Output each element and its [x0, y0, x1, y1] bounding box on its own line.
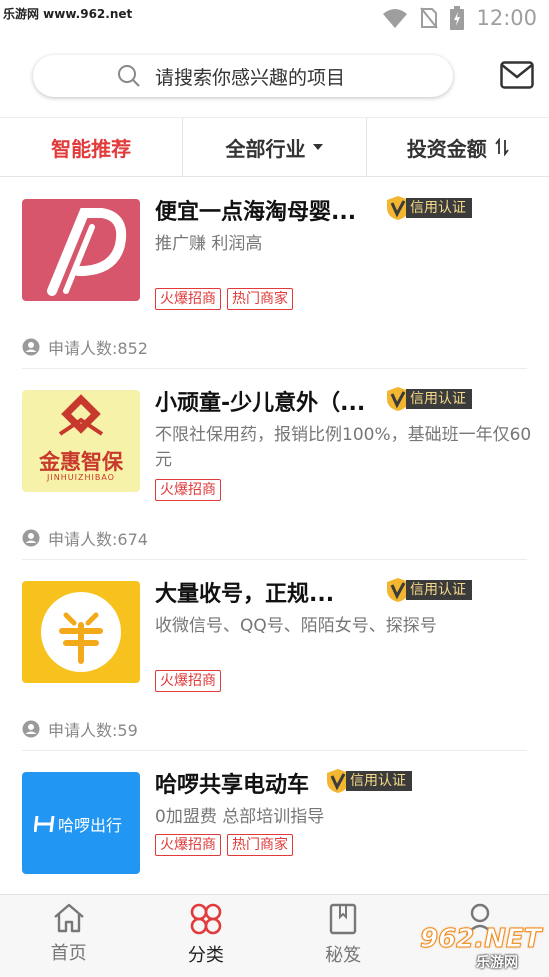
user-icon	[22, 720, 40, 738]
caret-down-icon	[313, 144, 324, 150]
applicant-text: 申请人数:674	[48, 530, 148, 549]
logo-text: 哈啰出行	[58, 816, 123, 835]
battery-charging-icon	[450, 6, 465, 30]
badge-label: 信用认证	[406, 389, 472, 409]
tab-investment-amount[interactable]: 投资金额	[367, 118, 549, 176]
list-item[interactable]: 便宜一点海淘母婴... 信用认证 推广赚 利润高 火爆招商 热门商家 申请人数:…	[0, 178, 549, 369]
applicant-text: 申请人数:852	[48, 339, 148, 358]
nav-tips[interactable]: 秘笈	[275, 895, 412, 977]
project-logo: 哈啰出行	[22, 772, 140, 874]
tag-group: 火爆招商 热门商家	[155, 288, 293, 310]
nav-label: 秘笈	[325, 945, 362, 966]
applicant-text: 申请人数:59	[48, 721, 138, 740]
tab-label: 智能推荐	[51, 136, 132, 161]
filter-bar: 智能推荐 全部行业 投资金额	[0, 117, 549, 177]
search-placeholder: 请搜索你感兴趣的项目	[155, 66, 346, 89]
category-icon	[190, 903, 222, 935]
tab-all-industries[interactable]: 全部行业	[183, 118, 367, 176]
badge-label: 信用认证	[346, 771, 412, 791]
list-item[interactable]: 金惠智保 JINHUIZHIBAO 小顽童-少儿意外（... 信用认证 不限社保…	[0, 369, 549, 560]
applicant-count: 申请人数:59	[22, 717, 138, 741]
watermark-big: 962.NET	[419, 924, 542, 955]
project-title: 便宜一点海淘母婴...	[155, 200, 357, 225]
tab-label: 全部行业	[225, 136, 306, 161]
search-icon	[117, 64, 141, 88]
project-logo: 金惠智保 JINHUIZHIBAO	[22, 390, 140, 492]
user-icon	[22, 529, 40, 547]
credit-badge: 信用认证	[386, 578, 472, 602]
credit-badge: 信用认证	[386, 387, 472, 411]
project-title: 小顽童-少儿意外（...	[155, 391, 366, 416]
sort-icon	[495, 138, 509, 156]
project-desc: 推广赚 利润高	[155, 234, 263, 254]
credit-badge: 信用认证	[326, 769, 412, 793]
applicant-count: 申请人数:674	[22, 526, 148, 550]
tag: 火爆招商	[155, 288, 221, 310]
badge-label: 信用认证	[406, 198, 472, 218]
status-bar: 乐游网 www.962.net 12:00	[0, 0, 549, 38]
tag: 火爆招商	[155, 479, 221, 501]
status-icons: 12:00	[382, 6, 537, 30]
project-desc: 0加盟费 总部培训指导	[155, 807, 325, 827]
tab-label: 投资金额	[406, 136, 487, 161]
search-input[interactable]: 请搜索你感兴趣的项目	[33, 55, 453, 97]
tag: 火爆招商	[155, 670, 221, 692]
tag-group: 火爆招商 热门商家	[155, 834, 293, 856]
logo-text: 金惠智保	[39, 450, 123, 474]
applicant-count: 申请人数:852	[22, 335, 148, 359]
project-logo	[22, 199, 140, 301]
nav-category[interactable]: 分类	[137, 895, 274, 977]
no-sim-icon	[420, 7, 439, 29]
message-icon[interactable]	[500, 61, 534, 93]
home-icon	[53, 903, 84, 933]
wifi-icon	[383, 9, 408, 28]
user-icon	[22, 338, 40, 356]
project-list: 便宜一点海淘母婴... 信用认证 推广赚 利润高 火爆招商 热门商家 申请人数:…	[0, 178, 549, 891]
project-logo	[22, 581, 140, 683]
tag-group: 火爆招商	[155, 670, 221, 692]
tag: 热门商家	[227, 834, 293, 856]
tag: 火爆招商	[155, 834, 221, 856]
logo-subtext: JINHUIZHIBAO	[47, 473, 115, 482]
project-title: 大量收号，正规...	[155, 582, 335, 607]
list-item[interactable]: 大量收号，正规... 信用认证 收微信号、QQ号、陌陌女号、探探号 火爆招商 申…	[0, 560, 549, 751]
project-desc: 收微信号、QQ号、陌陌女号、探探号	[155, 616, 437, 636]
watermark-bottom: 962.NET 乐游网	[419, 924, 544, 974]
tag: 热门商家	[227, 288, 293, 310]
watermark-top: 乐游网 www.962.net	[3, 7, 133, 21]
credit-badge: 信用认证	[386, 196, 472, 220]
tab-smart-recommend[interactable]: 智能推荐	[0, 118, 184, 176]
tag-group: 火爆招商	[155, 479, 221, 501]
list-item[interactable]: 哈啰出行 哈啰共享电动车 信用认证 0加盟费 总部培训指导 火爆招商 热门商家	[0, 751, 549, 891]
project-desc: 不限社保用药，报销比例100%，基础班一年仅60元	[155, 425, 532, 470]
project-title: 哈啰共享电动车	[155, 773, 310, 798]
watermark-small: 乐游网	[476, 955, 518, 971]
nav-label: 分类	[187, 945, 224, 966]
nav-label: 首页	[50, 943, 87, 964]
badge-label: 信用认证	[406, 580, 472, 600]
clock: 12:00	[476, 6, 537, 30]
book-icon	[329, 903, 357, 935]
nav-home[interactable]: 首页	[0, 895, 137, 977]
